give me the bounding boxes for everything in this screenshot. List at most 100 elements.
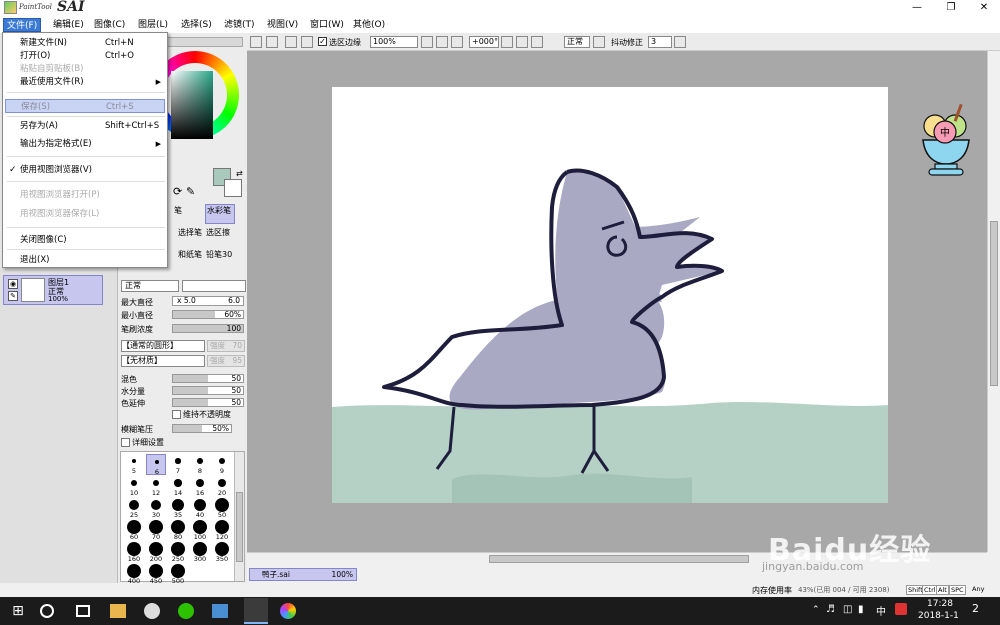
brush-size-cell[interactable]: 9 (212, 454, 232, 475)
brush-size-cell[interactable]: 300 (190, 542, 210, 563)
volume-icon[interactable]: ♬ (826, 604, 835, 615)
eyedropper-icon[interactable]: ✎ (186, 185, 195, 198)
zoom-out-button[interactable] (436, 36, 448, 48)
menu-export[interactable]: 输出为指定格式(E) ▶ (5, 137, 165, 151)
menu-other[interactable]: 其他(O) (350, 18, 388, 32)
brush-size-cell[interactable]: 500 (168, 564, 188, 585)
color-mode-bar[interactable] (158, 37, 243, 47)
tool-select-pen[interactable]: 选择笔 (178, 227, 202, 238)
persistence-slider[interactable]: 50 (172, 398, 244, 407)
brush-texture-select[interactable]: 【无材质】 (121, 355, 205, 367)
brush-size-cell[interactable]: 120 (212, 520, 232, 541)
brush-size-cell[interactable]: 8 (190, 454, 210, 475)
tool-pencil[interactable]: 铅笔30 (206, 249, 232, 260)
brush-mode-select[interactable]: 正常 (121, 280, 179, 292)
invert-selection-button[interactable] (301, 36, 313, 48)
menu-file[interactable]: 文件(F) (3, 18, 42, 32)
brush-size-cell[interactable]: 70 (146, 520, 166, 541)
zoom-reset-button[interactable] (451, 36, 463, 48)
menu-edit[interactable]: 编辑(E) (50, 18, 87, 32)
stabilizer-field[interactable]: 3 (648, 36, 672, 48)
document-tab[interactable]: 鸭子.sai 100% (249, 568, 357, 581)
deselect-button[interactable] (285, 36, 297, 48)
brush-size-cell[interactable]: 50 (212, 498, 232, 519)
size-grid-scroll-thumb[interactable] (236, 492, 243, 562)
tool-washi-pen[interactable]: 和纸笔 (178, 249, 202, 260)
min-size-slider[interactable]: 60% (172, 310, 244, 319)
horizontal-scroll-thumb[interactable] (489, 555, 749, 563)
file-explorer-icon[interactable] (110, 604, 126, 618)
swap-colors-icon[interactable]: ⇄ (236, 169, 243, 178)
blend-mode-field[interactable]: 正常 (564, 36, 590, 48)
tool-pen[interactable]: 笔 (174, 205, 182, 216)
menu-new-file[interactable]: 新建文件(N) Ctrl+N (5, 36, 165, 50)
keep-opacity-checkbox[interactable] (172, 410, 181, 419)
brush-size-cell[interactable]: 35 (168, 498, 188, 519)
notifications-icon[interactable]: 2 (972, 602, 979, 615)
brush-size-grid[interactable]: 5 6 7 8 9 10 12 14 16 20 25 30 35 40 50 60 70 80 100 120 160… (120, 451, 245, 585)
menu-layer[interactable]: 图层(L) (135, 18, 171, 32)
menu-view[interactable]: 视图(V) (264, 18, 301, 32)
brush-size-cell[interactable]: 16 (190, 476, 210, 497)
menu-window[interactable]: 窗口(W) (307, 18, 347, 32)
close-button[interactable]: ✕ (970, 1, 998, 15)
menu-image[interactable]: 图像(C) (91, 18, 128, 32)
selection-edge-checkbox[interactable]: ✓ (318, 37, 327, 46)
search-icon[interactable] (40, 604, 54, 618)
brush-size-cell[interactable]: 250 (168, 542, 188, 563)
zoom-in-button[interactable] (421, 36, 433, 48)
windows-start-icon[interactable]: ⊞ (8, 601, 28, 621)
brush-size-cell[interactable]: 200 (146, 542, 166, 563)
tray-app-icon[interactable] (895, 603, 907, 615)
photos-icon[interactable] (212, 604, 228, 618)
clock-time[interactable]: 17:28 (927, 599, 953, 609)
brush-size-cell[interactable]: 25 (124, 498, 144, 519)
brush-size-cell[interactable]: 6 (146, 454, 166, 476)
max-size-field[interactable]: x 5.0 6.0 (172, 296, 244, 306)
undo-button[interactable] (250, 36, 262, 48)
advanced-settings-checkbox[interactable] (121, 438, 130, 447)
brush-lock-icon[interactable]: ✎ (8, 291, 18, 301)
water-slider[interactable]: 50 (172, 386, 244, 395)
brush-size-cell[interactable]: 30 (146, 498, 166, 519)
zoom-field[interactable]: 100% (370, 36, 418, 48)
brush-edge-shapes[interactable] (182, 280, 246, 292)
wechat-icon[interactable] (178, 603, 194, 619)
brush-size-cell[interactable]: 60 (124, 520, 144, 541)
brush-size-cell[interactable]: 12 (146, 476, 166, 497)
brush-shape-select[interactable]: 【通常的圆形】 (121, 340, 205, 352)
menu-save[interactable]: 保存(S) Ctrl+S (5, 99, 165, 113)
layer-item[interactable]: ◉ ✎ 图层1 正常 100% (3, 275, 103, 305)
brush-size-cell[interactable]: 7 (168, 454, 188, 475)
menu-recent-files[interactable]: 最近使用文件(R) ▶ (5, 75, 165, 89)
network-icon[interactable]: ◫ (843, 604, 852, 615)
blend-slider[interactable]: 50 (172, 374, 244, 383)
rotation-field[interactable]: +000° (469, 36, 499, 48)
brush-size-cell[interactable]: 100 (190, 520, 210, 541)
redo-button[interactable] (266, 36, 278, 48)
battery-icon[interactable]: ▮ (858, 604, 864, 615)
stabilizer-dropdown-button[interactable] (674, 36, 686, 48)
flip-button[interactable] (593, 36, 605, 48)
sv-square[interactable] (171, 71, 213, 139)
eye-icon[interactable]: ◉ (8, 279, 18, 289)
menu-close-image[interactable]: 关闭图像(C) (5, 233, 165, 247)
size-grid-scrollbar[interactable] (234, 452, 244, 581)
vertical-scroll-thumb[interactable] (990, 221, 998, 386)
tool-watercolor[interactable]: 水彩笔 (205, 204, 235, 224)
tray-up-icon[interactable]: ⌃ (812, 605, 820, 615)
ime-indicator[interactable]: 中 (876, 603, 886, 618)
brush-size-cell[interactable]: 80 (168, 520, 188, 541)
density-slider[interactable]: 100 (172, 324, 244, 333)
clock-date[interactable]: 2018-1-1 (918, 611, 959, 621)
brush-size-cell[interactable]: 350 (212, 542, 232, 563)
menu-filter[interactable]: 滤镜(T) (221, 18, 258, 32)
brush-size-cell[interactable]: 160 (124, 542, 144, 563)
rotate-left-button[interactable] (501, 36, 513, 48)
background-color-swatch[interactable] (224, 179, 242, 197)
brush-size-cell[interactable]: 40 (190, 498, 210, 519)
brush-size-cell[interactable]: 14 (168, 476, 188, 497)
blur-slider[interactable]: 50% (172, 424, 232, 433)
sai-taskbar-icon[interactable] (244, 598, 268, 624)
menu-select[interactable]: 选择(S) (178, 18, 215, 32)
